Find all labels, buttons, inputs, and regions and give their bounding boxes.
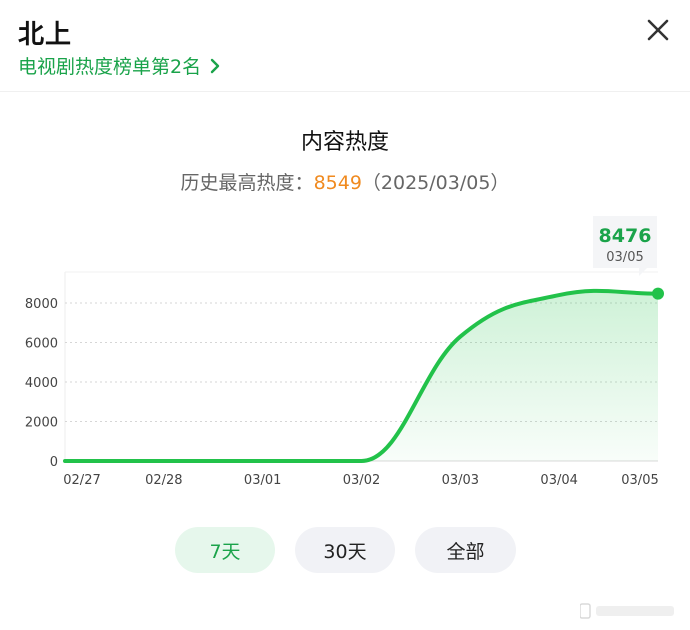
x-tick-label: 03/03 (442, 473, 479, 488)
history-date: （2025/03/05） (361, 172, 510, 194)
value-tooltip: 8476 03/05 (593, 216, 657, 276)
area-fill (65, 290, 658, 461)
show-title: 北上 (18, 20, 73, 50)
y-tick-label: 0 (50, 455, 58, 470)
header: 北上 电视剧热度榜单第2名 (0, 0, 690, 92)
rank-link-label: 电视剧热度榜单第2名 (18, 56, 202, 78)
y-tick-label: 8000 (25, 297, 58, 312)
tab-all[interactable]: 全部 (415, 527, 516, 573)
history-value: 8549 (313, 172, 362, 194)
y-tick-label: 6000 (25, 337, 58, 352)
x-tick-label: 03/04 (540, 473, 577, 488)
y-tick-label: 4000 (25, 376, 58, 391)
x-tick-label: 03/05 (621, 473, 658, 488)
x-tick-label: 03/01 (244, 473, 281, 488)
tooltip-date: 03/05 (606, 250, 643, 265)
tab-7-days[interactable]: 7天 (175, 527, 275, 573)
history-label: 历史最高热度： (180, 172, 314, 194)
heat-chart: 0 2000 4000 6000 8000 02/27 02/28 03/01 03/02 03… (25, 216, 664, 488)
y-tick-label: 2000 (25, 416, 58, 431)
range-tabs: 7天 30天 全部 (0, 527, 690, 573)
watermark-logo (580, 603, 674, 619)
section-title: 内容热度 (300, 130, 389, 155)
x-tick-label: 03/02 (343, 473, 380, 488)
tab-30-days[interactable]: 30天 (295, 527, 395, 573)
last-point-marker (652, 287, 664, 300)
x-tick-label: 02/28 (145, 473, 182, 488)
chevron-right-icon (210, 58, 220, 73)
close-icon[interactable] (644, 16, 672, 44)
rank-link[interactable]: 电视剧热度榜单第2名 (18, 52, 221, 79)
tooltip-value: 8476 (599, 225, 652, 247)
history-max-line: 历史最高热度：8549（2025/03/05） (0, 168, 690, 195)
x-tick-label: 02/27 (63, 473, 100, 488)
